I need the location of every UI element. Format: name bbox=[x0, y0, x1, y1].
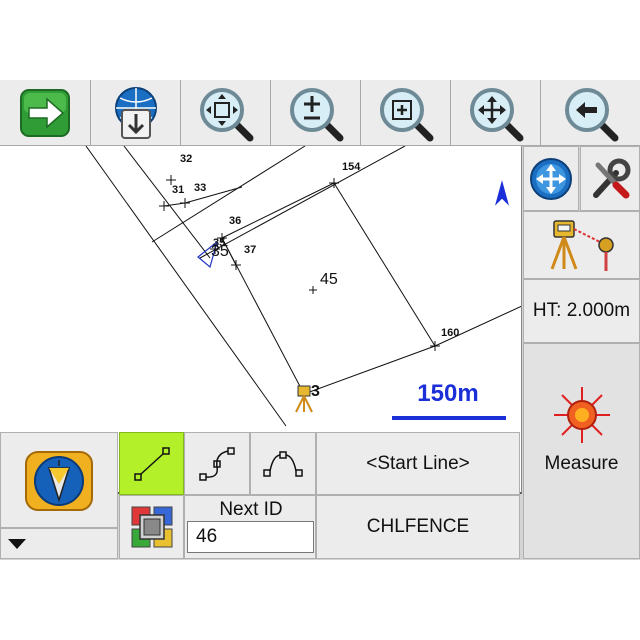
scale-label: 150m bbox=[417, 380, 478, 407]
expand-menu-button[interactable] bbox=[0, 528, 118, 559]
triangle-down-icon bbox=[8, 538, 26, 549]
point-label-45: 45 bbox=[320, 271, 338, 288]
instrument-setup-button[interactable] bbox=[523, 211, 640, 279]
point-label-33: 33 bbox=[194, 182, 206, 194]
spline-tool-button[interactable] bbox=[184, 432, 250, 495]
next-id-input[interactable]: 46 bbox=[187, 521, 314, 553]
pan-icon bbox=[469, 87, 523, 141]
feature-code-label: CHLFENCE bbox=[366, 516, 470, 537]
zoom-extents-button[interactable] bbox=[181, 80, 271, 146]
tripod-marker-icon bbox=[295, 385, 313, 413]
point-markers bbox=[159, 175, 440, 351]
instrument-prism-icon bbox=[550, 220, 614, 271]
spline-curve-icon bbox=[199, 446, 235, 481]
point-label-37: 37 bbox=[244, 244, 256, 256]
line-tool-button[interactable] bbox=[119, 432, 184, 495]
point-label-36: 36 bbox=[229, 215, 241, 227]
point-label-32: 32 bbox=[180, 153, 192, 165]
zoom-in-out-icon bbox=[289, 87, 343, 141]
layers-button[interactable] bbox=[119, 495, 184, 559]
point-label-35: 35 bbox=[211, 243, 229, 260]
arc-tool-button[interactable] bbox=[250, 432, 316, 495]
zoom-window-button[interactable] bbox=[361, 80, 451, 146]
navigate-globe-icon bbox=[530, 157, 572, 200]
pan-button[interactable] bbox=[451, 80, 541, 146]
north-arrow-icon bbox=[495, 180, 509, 206]
forward-button[interactable] bbox=[0, 80, 91, 146]
settings-button[interactable] bbox=[580, 146, 640, 211]
measure-button[interactable]: Measure bbox=[523, 343, 640, 559]
arc-curve-icon bbox=[263, 450, 303, 477]
zoom-previous-button[interactable] bbox=[541, 80, 640, 146]
start-line-button[interactable]: <Start Line> bbox=[316, 432, 520, 495]
ht-label: HT: 2.000m bbox=[532, 300, 631, 321]
measure-label: Measure bbox=[544, 453, 619, 474]
tools-icon bbox=[593, 158, 631, 198]
survey-app: 32 31 33 154 36 35 35 37 45 160 3 150m H… bbox=[0, 80, 640, 560]
import-download-icon bbox=[114, 86, 157, 139]
next-id-label: Next ID bbox=[219, 499, 283, 520]
plumb-bob-icon bbox=[25, 451, 93, 511]
point-label-31: 31 bbox=[172, 184, 184, 196]
point-label-154: 154 bbox=[342, 161, 361, 173]
straight-line-icon bbox=[133, 446, 170, 481]
zoom-window-icon bbox=[379, 87, 433, 141]
zoom-extents-icon bbox=[199, 87, 253, 141]
forward-arrow-icon bbox=[20, 88, 70, 137]
navigate-button[interactable] bbox=[523, 146, 579, 211]
measure-target-icon bbox=[553, 387, 610, 443]
zoom-in-out-button[interactable] bbox=[271, 80, 361, 146]
point-label-160: 160 bbox=[441, 327, 459, 339]
point-label-3: 3 bbox=[311, 383, 320, 400]
import-button[interactable] bbox=[91, 80, 181, 146]
start-line-label: <Start Line> bbox=[366, 452, 470, 474]
scale-bar bbox=[392, 416, 506, 420]
plumb-bob-button[interactable] bbox=[0, 432, 118, 528]
layers-color-icon bbox=[131, 506, 172, 548]
feature-code-button[interactable]: CHLFENCE bbox=[316, 495, 520, 559]
height-button[interactable]: HT: 2.000m bbox=[523, 279, 640, 343]
zoom-previous-icon bbox=[564, 87, 618, 141]
